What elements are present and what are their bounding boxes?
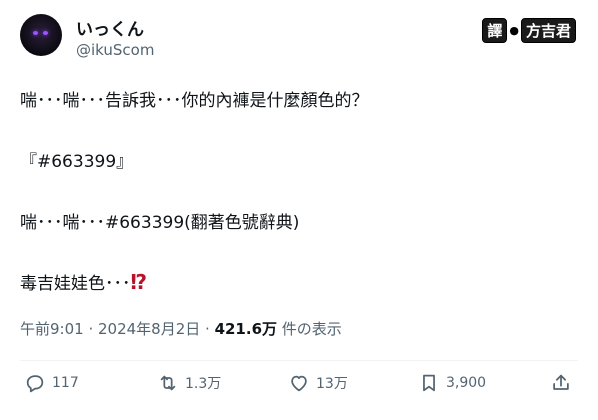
post-line-4: 毒吉娃娃色･･･⁉ — [20, 269, 147, 294]
repost-count: 1.3万 — [185, 376, 222, 392]
bookmark-count: 3,900 — [446, 375, 487, 391]
avatar-eye-right — [43, 31, 48, 35]
reply-icon — [26, 375, 44, 393]
post-datetime[interactable]: 午前9:01 · 2024年8月2日 · — [20, 320, 215, 338]
bookmark-button[interactable]: 3,900 — [418, 372, 486, 394]
translator-badge: 譯 ● 方吉君 — [482, 18, 576, 43]
translator-name: 方吉君 — [520, 18, 576, 43]
translator-separator-icon: ● — [509, 24, 519, 37]
author-handle[interactable]: @ikuScom — [76, 41, 154, 59]
like-count: 13万 — [316, 376, 348, 392]
translator-tag: 譯 — [482, 18, 508, 43]
post-line-4-text: 毒吉娃娃色･･･ — [20, 274, 131, 294]
avatar-eye-left — [33, 31, 38, 35]
author-display-name[interactable]: いっくん — [76, 15, 144, 40]
interrobang-icon: ⁉ — [130, 270, 148, 294]
tweet-card: いっくん @ikuScom 譯 ● 方吉君 喘･･･喘･･･告訴我･･･你的內褲… — [0, 0, 598, 420]
action-bar: 117 1.3万 13万 3,900 — [0, 372, 598, 408]
post-line-3: 喘･･･喘･･･#663399(翻著色號辭典) — [20, 213, 300, 233]
views-label: 件の表示 — [277, 320, 342, 338]
divider — [20, 360, 578, 361]
views-count: 421.6万 — [214, 320, 278, 338]
post-meta: 午前9:01 · 2024年8月2日 · 421.6万 件の表示 — [20, 318, 342, 339]
like-button[interactable]: 13万 — [288, 372, 348, 394]
like-icon — [291, 375, 307, 392]
post-line-2: 『#663399』 — [20, 152, 134, 172]
repost-icon — [160, 375, 176, 391]
share-button[interactable] — [550, 372, 572, 394]
reply-button[interactable]: 117 — [24, 372, 79, 394]
repost-button[interactable]: 1.3万 — [157, 372, 221, 394]
reply-count: 117 — [52, 375, 79, 391]
share-icon — [553, 374, 569, 390]
bookmark-icon — [423, 374, 435, 392]
avatar-eyes — [33, 31, 49, 37]
avatar[interactable] — [20, 14, 62, 56]
post-line-1: 喘･･･喘･･･告訴我･･･你的內褲是什麼顏色的？ — [20, 91, 369, 111]
